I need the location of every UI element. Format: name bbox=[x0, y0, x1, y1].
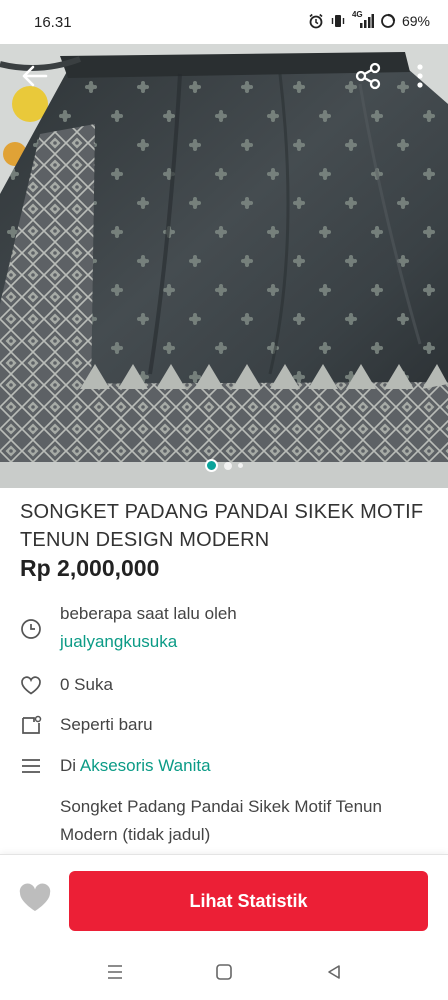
tag-icon bbox=[19, 713, 43, 737]
bottom-action-bar: Lihat Statistik bbox=[0, 854, 448, 948]
status-icons: 4G 69% bbox=[308, 10, 430, 29]
view-statistics-button[interactable]: Lihat Statistik bbox=[69, 871, 428, 931]
battery-percent: 69% bbox=[401, 13, 430, 29]
like-button[interactable] bbox=[16, 883, 54, 917]
carousel-dot-active[interactable] bbox=[205, 459, 218, 472]
category-link[interactable]: Aksesoris Wanita bbox=[80, 756, 211, 775]
status-bar: 16.31 4G 69% bbox=[0, 0, 448, 44]
signal-icon: 4G bbox=[351, 10, 374, 29]
status-time: 16.31 bbox=[34, 14, 72, 31]
clock-icon bbox=[19, 617, 43, 641]
home-icon bbox=[215, 963, 233, 986]
songket-skirt-photo bbox=[0, 44, 448, 488]
listing-description: Songket Padang Pandai Sikek Motif Tenun … bbox=[60, 797, 382, 844]
seller-link[interactable]: jualyangkusuka bbox=[60, 628, 237, 656]
back-arrow-icon bbox=[20, 64, 48, 93]
network-type: 4G bbox=[351, 10, 363, 19]
back-triangle-icon bbox=[325, 963, 343, 986]
carousel-dot[interactable] bbox=[238, 463, 243, 468]
listing-title: SONGKET PADANG PANDAI SIKEK MOTIF TENUN … bbox=[20, 501, 424, 551]
listing-price: Rp 2,000,000 bbox=[20, 555, 160, 581]
system-nav-bar bbox=[0, 948, 448, 1000]
likes-count[interactable]: 0 Suka bbox=[60, 671, 113, 699]
back-button[interactable] bbox=[14, 58, 54, 98]
recent-apps-icon bbox=[106, 963, 124, 986]
product-image-carousel[interactable] bbox=[0, 44, 448, 488]
heart-filled-icon bbox=[18, 883, 52, 918]
posted-time: beberapa saat lalu oleh bbox=[60, 604, 237, 623]
home-button[interactable] bbox=[212, 962, 236, 986]
alarm-icon bbox=[308, 13, 324, 29]
more-options-button[interactable] bbox=[400, 58, 440, 98]
list-icon bbox=[19, 754, 43, 778]
recent-apps-button[interactable] bbox=[103, 962, 127, 986]
battery-icon bbox=[380, 13, 396, 29]
carousel-indicator bbox=[0, 459, 448, 472]
condition-text: Seperti baru bbox=[60, 715, 153, 734]
vibrate-icon bbox=[330, 13, 346, 29]
share-icon bbox=[353, 61, 383, 96]
share-button[interactable] bbox=[348, 58, 388, 98]
more-vertical-icon bbox=[416, 63, 424, 94]
system-back-button[interactable] bbox=[322, 962, 346, 986]
carousel-dot[interactable] bbox=[224, 461, 232, 470]
heart-outline-icon bbox=[19, 673, 43, 697]
category-prefix: Di bbox=[60, 756, 77, 775]
